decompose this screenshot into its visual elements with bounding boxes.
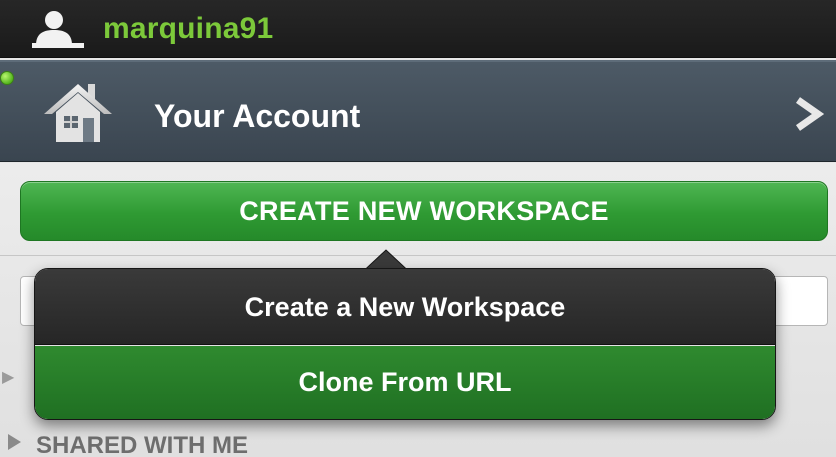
username[interactable]: marquina91: [103, 12, 273, 46]
collapsed-section-arrow-icon[interactable]: ▶: [2, 367, 14, 387]
your-account-row[interactable]: Your Account: [0, 60, 836, 162]
account-label: Your Account: [154, 98, 361, 134]
shared-with-me-section[interactable]: SHARED WITH ME: [0, 430, 836, 457]
menu-item-clone-from-url[interactable]: Clone From URL: [35, 346, 775, 419]
shared-with-me-label: SHARED WITH ME: [36, 432, 248, 457]
new-workspace-popup-menu: Create a New Workspace Clone From URL: [34, 268, 776, 420]
menu-item-create-new-workspace[interactable]: Create a New Workspace: [35, 269, 775, 345]
online-status-dot: [0, 71, 14, 85]
user-bar: marquina91: [0, 0, 836, 58]
create-new-workspace-button[interactable]: CREATE NEW WORKSPACE: [20, 181, 828, 241]
home-icon: [44, 84, 112, 142]
divider: [0, 255, 836, 256]
chevron-right-icon: [795, 97, 824, 131]
workspace-sidebar: marquina91 Your Account CREATE NEW WORKS…: [0, 0, 836, 457]
user-icon: [32, 11, 84, 48]
triangle-right-icon: [8, 434, 21, 450]
